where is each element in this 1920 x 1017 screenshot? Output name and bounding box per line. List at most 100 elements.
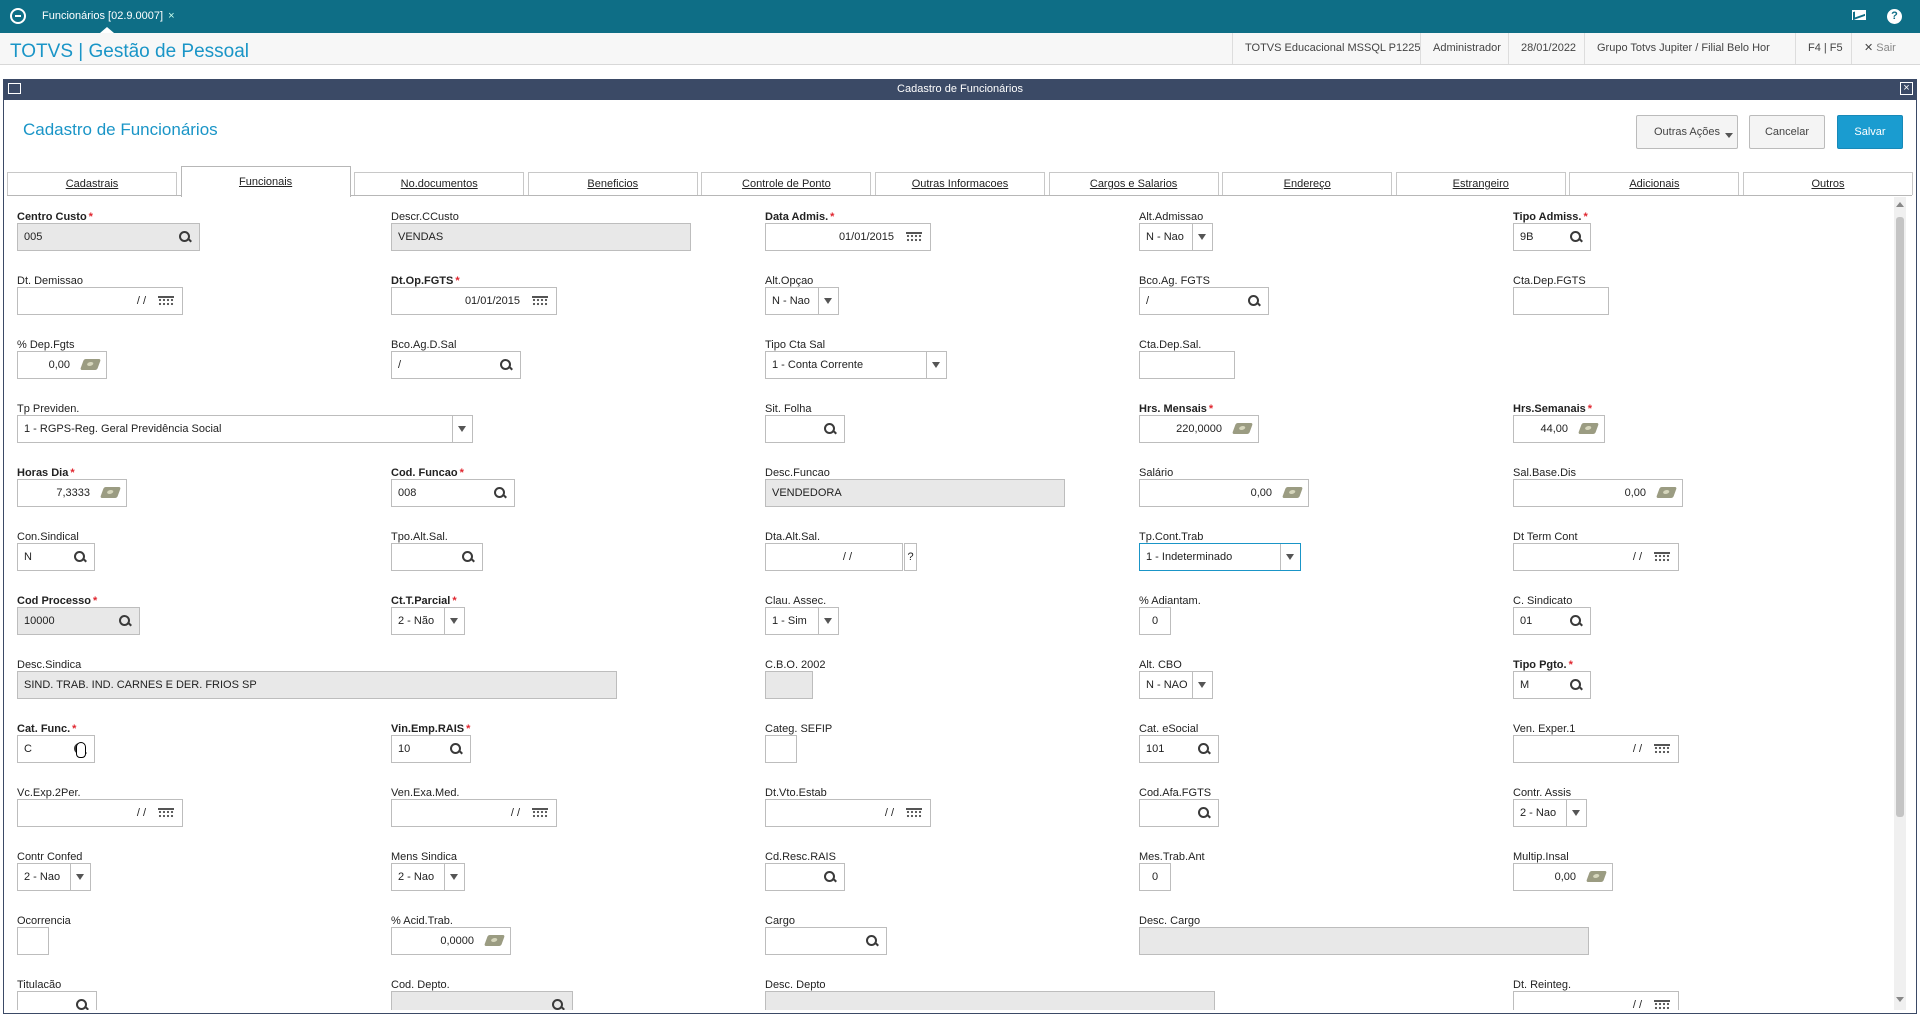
tab-estrangeiro[interactable]: Estrangeiro — [1395, 172, 1566, 195]
dt-op-fgts-input[interactable]: 01/01/2015 — [391, 287, 557, 315]
cancelar-button[interactable]: Cancelar — [1749, 115, 1825, 149]
calculator-money-icon[interactable] — [1655, 487, 1678, 498]
con-sindical-input[interactable]: N — [17, 543, 95, 571]
calendar-icon[interactable] — [532, 296, 548, 307]
desc-cargo-input[interactable] — [1139, 927, 1589, 955]
calculator-money-icon[interactable] — [1585, 871, 1608, 882]
alt-cbo-select[interactable]: N - NAO — [1139, 671, 1213, 699]
dropdown-toggle[interactable] — [1566, 800, 1586, 826]
scroll-down-icon[interactable] — [1896, 997, 1904, 1002]
totvs-logo-icon[interactable] — [10, 8, 26, 24]
dropdown-toggle[interactable] — [1280, 544, 1300, 570]
company-label[interactable]: Grupo Totvs Jupiter / Filial Belo Hor — [1584, 33, 1782, 64]
dropdown-toggle[interactable] — [70, 864, 90, 890]
dropdown-toggle[interactable] — [818, 608, 838, 634]
tab-cargos-e-salarios[interactable]: Cargos e Salarios — [1048, 172, 1219, 195]
vertical-scrollbar[interactable] — [1894, 197, 1906, 1010]
search-icon[interactable] — [460, 549, 476, 565]
calendar-icon[interactable] — [158, 808, 174, 819]
calculator-money-icon[interactable] — [99, 487, 122, 498]
dt-vto-estab-input[interactable]: / / — [765, 799, 931, 827]
calculator-money-icon[interactable] — [1281, 487, 1304, 498]
cat-esocial-input[interactable]: 101 — [1139, 735, 1219, 763]
calendar-icon[interactable] — [906, 808, 922, 819]
dropdown-toggle[interactable] — [444, 864, 464, 890]
vin-emp-rais-input[interactable]: 10 — [391, 735, 471, 763]
search-icon[interactable] — [550, 997, 566, 1010]
help-icon[interactable]: ? — [1887, 9, 1902, 24]
multip-insal-input[interactable]: 0,00 — [1513, 863, 1613, 891]
scroll-up-icon[interactable] — [1896, 202, 1904, 207]
adiantam-input[interactable]: 0 — [1139, 607, 1171, 635]
dropdown-toggle[interactable] — [1192, 672, 1212, 698]
search-icon[interactable] — [1568, 229, 1584, 245]
ven-exa-med-input[interactable]: / / — [391, 799, 557, 827]
vc-exp-2per-input[interactable]: / / — [17, 799, 183, 827]
exit-button[interactable]: ✕ Sair — [1851, 33, 1908, 64]
cod-funcao-input[interactable]: 008 — [391, 479, 515, 507]
search-icon[interactable] — [1196, 805, 1212, 821]
dropdown-toggle[interactable] — [1192, 224, 1212, 250]
search-icon[interactable] — [1568, 677, 1584, 693]
horas-dia-input[interactable]: 7,3333 — [17, 479, 127, 507]
search-icon[interactable] — [1196, 741, 1212, 757]
tab-cadastrais[interactable]: Cadastrais — [7, 172, 177, 195]
user-label[interactable]: Administrador — [1420, 33, 1513, 64]
hrs-mensais-input[interactable]: 220,0000 — [1139, 415, 1259, 443]
tab-outras-informacoes[interactable]: Outras Informacoes — [875, 172, 1045, 195]
cta-dep-sal-input[interactable] — [1139, 351, 1235, 379]
mail-icon[interactable] — [1852, 10, 1866, 20]
sit-folha-input[interactable] — [765, 415, 845, 443]
ven-exper-1-input[interactable]: / / — [1513, 735, 1679, 763]
calendar-icon[interactable] — [906, 232, 922, 243]
dropdown-toggle[interactable] — [444, 608, 464, 634]
search-icon[interactable] — [1246, 293, 1262, 309]
tab-controle-de-ponto[interactable]: Controle de Ponto — [701, 172, 872, 195]
search-icon[interactable] — [498, 357, 514, 373]
dep-fgts-input[interactable]: 0,00 — [17, 351, 107, 379]
descr-ccusto-input[interactable]: VENDAS — [391, 223, 691, 251]
calculator-money-icon[interactable] — [1231, 423, 1254, 434]
tab-adicionais[interactable]: Adicionais — [1569, 172, 1740, 195]
dropdown-toggle[interactable] — [818, 288, 838, 314]
mes-trab-ant-input[interactable]: 0 — [1139, 863, 1171, 891]
search-icon[interactable] — [822, 869, 838, 885]
titulacao-input[interactable] — [17, 991, 97, 1010]
cod-afa-fgts-input[interactable] — [1139, 799, 1219, 827]
acid-trab-input[interactable]: 0,0000 — [391, 927, 511, 955]
search-icon[interactable] — [864, 933, 880, 949]
cod-processo-input[interactable]: 10000 — [17, 607, 140, 635]
dropdown-toggle[interactable] — [926, 352, 946, 378]
bco-ag-d-sal-input[interactable]: / — [391, 351, 521, 379]
environment-label[interactable]: TOTVS Educacional MSSQL P1225 — [1232, 33, 1432, 64]
categ-sefip-input[interactable] — [765, 735, 797, 763]
calendar-icon[interactable] — [532, 808, 548, 819]
salario-input[interactable]: 0,00 — [1139, 479, 1309, 507]
calculator-money-icon[interactable] — [483, 935, 506, 946]
calendar-icon[interactable] — [158, 296, 174, 307]
tpo-alt-sal-input[interactable] — [391, 543, 483, 571]
search-icon[interactable] — [177, 229, 193, 245]
desc-funcao-input[interactable]: VENDEDORA — [765, 479, 1065, 507]
tipo-pgto-input[interactable]: M — [1513, 671, 1591, 699]
clau-assec-select[interactable]: 1 - Sim — [765, 607, 839, 635]
calendar-icon[interactable] — [1654, 1000, 1670, 1010]
tp-cont-trab-select[interactable]: 1 - Indeterminado — [1139, 543, 1301, 571]
calendar-icon[interactable] — [1654, 552, 1670, 563]
search-icon[interactable] — [822, 421, 838, 437]
alt-admissao-select[interactable]: N - Nao — [1139, 223, 1213, 251]
calendar-icon[interactable] — [1654, 744, 1670, 755]
tab-close-icon[interactable]: × — [168, 10, 174, 22]
dta-alt-sal-input[interactable]: / / — [765, 543, 903, 571]
tp-previden-select[interactable]: 1 - RGPS-Reg. Geral Previdência Social — [17, 415, 473, 443]
date-label[interactable]: 28/01/2022 — [1508, 33, 1588, 64]
ocorrencia-input[interactable] — [17, 927, 49, 955]
tipo-admiss-input[interactable]: 9B — [1513, 223, 1591, 251]
cbo-2002-input[interactable] — [765, 671, 813, 699]
contr-assis-select[interactable]: 2 - Nao — [1513, 799, 1587, 827]
tipo-cta-sal-select[interactable]: 1 - Conta Corrente — [765, 351, 947, 379]
search-icon[interactable] — [448, 741, 464, 757]
search-icon[interactable] — [1568, 613, 1584, 629]
search-icon[interactable] — [72, 549, 88, 565]
sal-base-dis-input[interactable]: 0,00 — [1513, 479, 1683, 507]
